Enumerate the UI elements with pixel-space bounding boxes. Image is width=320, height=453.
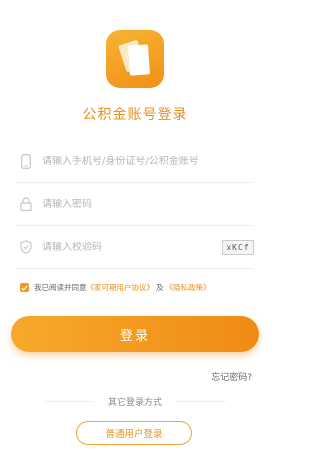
agreement-prefix: 我已阅读并同意 xyxy=(34,283,87,292)
captcha-field[interactable]: xKCf xyxy=(16,226,254,269)
phone-icon xyxy=(19,153,33,169)
app-logo-icon xyxy=(106,30,164,88)
forgot-password-link[interactable]: 忘记密码? xyxy=(211,370,252,383)
other-login-label: 其它登录方式 xyxy=(107,398,162,408)
lock-icon xyxy=(19,196,33,212)
normal-user-login-button[interactable]: 普通用户登录 xyxy=(76,421,192,445)
page-title: 公积金账号登录 xyxy=(82,107,188,123)
check-icon xyxy=(21,285,28,291)
agreement-checkbox[interactable] xyxy=(20,283,29,292)
account-input[interactable] xyxy=(42,155,254,167)
password-input[interactable] xyxy=(42,198,254,210)
agreement-and: 及 xyxy=(156,283,164,292)
shield-icon xyxy=(19,239,33,255)
user-agreement-link[interactable]: 《家可期用户协议》 xyxy=(87,282,155,293)
privacy-policy-link[interactable]: 《隐私政策》 xyxy=(166,282,211,293)
login-button[interactable]: 登录 xyxy=(11,316,259,352)
divider-right xyxy=(176,401,226,402)
agreement-row: 我已阅读并同意 《家可期用户协议》 及 《隐私政策》 xyxy=(20,282,211,293)
captcha-image[interactable]: xKCf xyxy=(222,239,254,255)
account-field[interactable] xyxy=(16,140,254,183)
password-field[interactable] xyxy=(16,183,254,226)
captcha-input[interactable] xyxy=(42,241,216,253)
